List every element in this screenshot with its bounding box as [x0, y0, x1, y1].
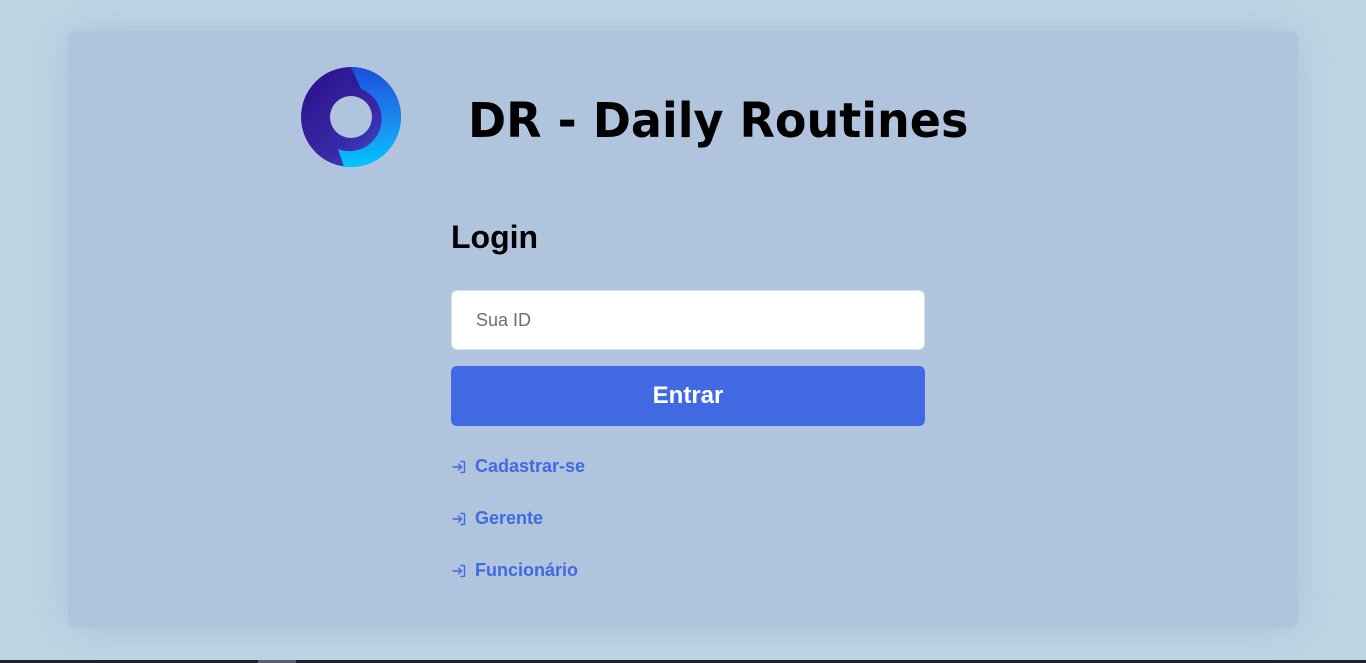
sign-in-arrow-icon [451, 511, 467, 527]
sign-in-arrow-icon [451, 459, 467, 475]
ring-logo-icon [301, 67, 401, 167]
sign-in-arrow-icon [451, 563, 467, 579]
login-heading: Login [451, 219, 539, 255]
user-id-input[interactable] [451, 290, 925, 350]
manager-link[interactable]: Gerente [451, 508, 543, 529]
page: DR - Daily Routines Login Entrar Cadastr… [0, 0, 1366, 663]
enter-button[interactable]: Entrar [451, 366, 925, 426]
register-link[interactable]: Cadastrar-se [451, 456, 585, 477]
register-link-label: Cadastrar-se [475, 456, 586, 476]
login-card: DR - Daily Routines Login Entrar Cadastr… [68, 31, 1298, 628]
employee-link-label: Funcionário [475, 560, 578, 580]
employee-link[interactable]: Funcionário [451, 560, 578, 581]
manager-link-label: Gerente [475, 508, 544, 528]
app-title: DR - Daily Routines [468, 91, 969, 149]
